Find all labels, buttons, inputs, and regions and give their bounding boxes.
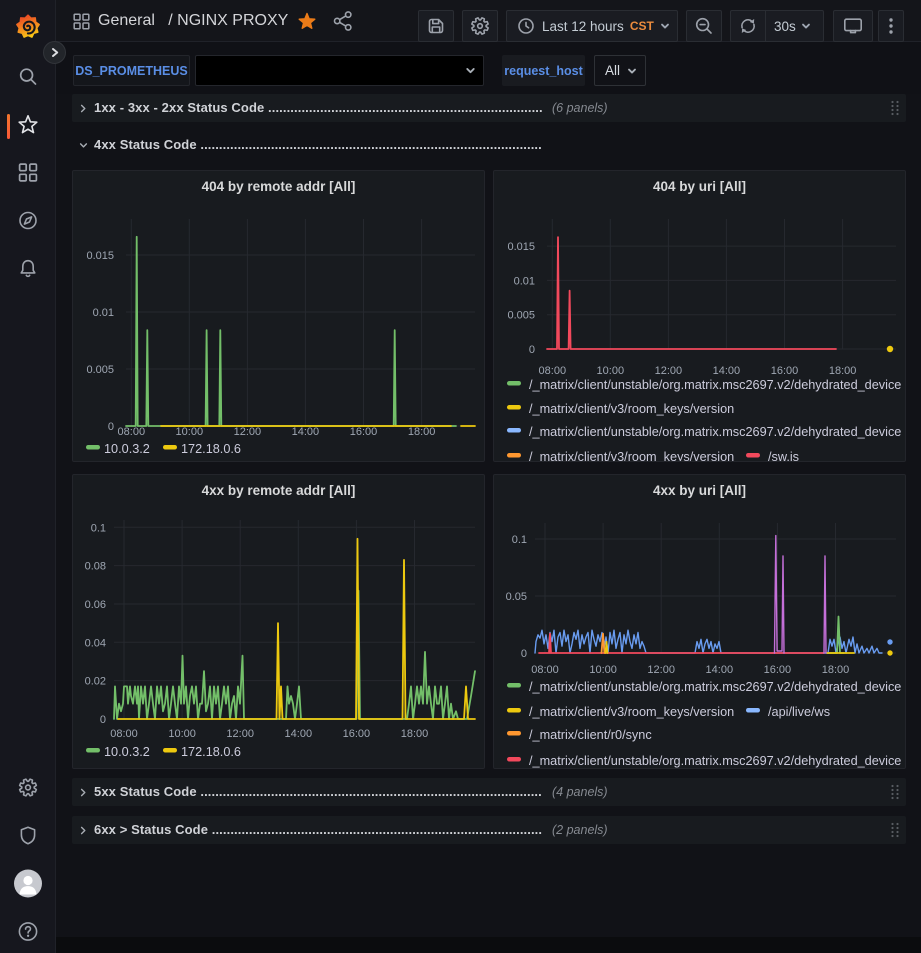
svg-text:18:00: 18:00 xyxy=(822,664,850,676)
svg-text:18:00: 18:00 xyxy=(408,426,436,438)
svg-text:0.04: 0.04 xyxy=(85,637,106,649)
svg-text:0: 0 xyxy=(529,344,535,356)
svg-text:/_matrix/client/unstable/org.m: /_matrix/client/unstable/org.matrix.msc2… xyxy=(529,680,901,694)
svg-text:0.1: 0.1 xyxy=(91,522,106,534)
svg-text:/_matrix/client/unstable/org.m: /_matrix/client/unstable/org.matrix.msc2… xyxy=(529,754,901,768)
svg-text:0.01: 0.01 xyxy=(93,307,114,319)
svg-text:10:00: 10:00 xyxy=(597,365,625,377)
svg-text:12:00: 12:00 xyxy=(226,728,254,740)
svg-text:0.06: 0.06 xyxy=(85,599,106,611)
svg-text:0.1: 0.1 xyxy=(512,534,527,546)
svg-text:10.0.3.2: 10.0.3.2 xyxy=(104,442,150,456)
svg-text:/api/live/ws: /api/live/ws xyxy=(768,705,830,719)
svg-text:10.0.3.2: 10.0.3.2 xyxy=(104,745,150,759)
svg-text:16:00: 16:00 xyxy=(350,426,378,438)
svg-text:14:00: 14:00 xyxy=(706,664,734,676)
svg-text:18:00: 18:00 xyxy=(401,728,429,740)
svg-text:0: 0 xyxy=(521,648,527,660)
svg-text:0.005: 0.005 xyxy=(507,310,535,322)
svg-text:/_matrix/client/unstable/org.m: /_matrix/client/unstable/org.matrix.msc2… xyxy=(529,378,901,392)
svg-text:/sw.js: /sw.js xyxy=(768,450,799,461)
svg-text:/_matrix/client/r0/sync: /_matrix/client/r0/sync xyxy=(529,728,652,742)
svg-text:172.18.0.6: 172.18.0.6 xyxy=(181,745,241,759)
svg-text:12:00: 12:00 xyxy=(234,426,262,438)
svg-text:/_matrix/client/unstable/org.m: /_matrix/client/unstable/org.matrix.msc2… xyxy=(529,425,901,439)
svg-text:0.02: 0.02 xyxy=(85,676,106,688)
svg-text:14:00: 14:00 xyxy=(713,365,741,377)
svg-text:0: 0 xyxy=(100,714,106,726)
svg-text:08:00: 08:00 xyxy=(110,728,138,740)
svg-text:10:00: 10:00 xyxy=(176,426,204,438)
svg-text:16:00: 16:00 xyxy=(343,728,371,740)
svg-text:0.01: 0.01 xyxy=(514,275,535,287)
svg-text:/_matrix/client/v3/room_keys/v: /_matrix/client/v3/room_keys/version xyxy=(529,450,734,461)
svg-text:10:00: 10:00 xyxy=(589,664,617,676)
svg-text:0: 0 xyxy=(108,421,114,433)
svg-text:0.05: 0.05 xyxy=(506,591,527,603)
svg-text:14:00: 14:00 xyxy=(285,728,313,740)
svg-text:16:00: 16:00 xyxy=(771,365,799,377)
svg-text:0.08: 0.08 xyxy=(85,561,106,573)
svg-text:16:00: 16:00 xyxy=(764,664,792,676)
svg-text:/_matrix/client/v3/room_keys/v: /_matrix/client/v3/room_keys/version xyxy=(529,402,734,416)
svg-text:08:00: 08:00 xyxy=(118,426,146,438)
svg-text:18:00: 18:00 xyxy=(829,365,857,377)
svg-text:12:00: 12:00 xyxy=(655,365,683,377)
svg-text:172.18.0.6: 172.18.0.6 xyxy=(181,442,241,456)
svg-text:14:00: 14:00 xyxy=(292,426,320,438)
svg-text:08:00: 08:00 xyxy=(539,365,567,377)
svg-text:0.015: 0.015 xyxy=(507,241,535,253)
svg-text:0.015: 0.015 xyxy=(86,250,114,262)
svg-text:/_matrix/client/v3/room_keys/v: /_matrix/client/v3/room_keys/version xyxy=(529,705,734,719)
svg-text:10:00: 10:00 xyxy=(168,728,196,740)
svg-text:0.005: 0.005 xyxy=(86,364,114,376)
svg-text:12:00: 12:00 xyxy=(647,664,675,676)
svg-text:08:00: 08:00 xyxy=(531,664,559,676)
